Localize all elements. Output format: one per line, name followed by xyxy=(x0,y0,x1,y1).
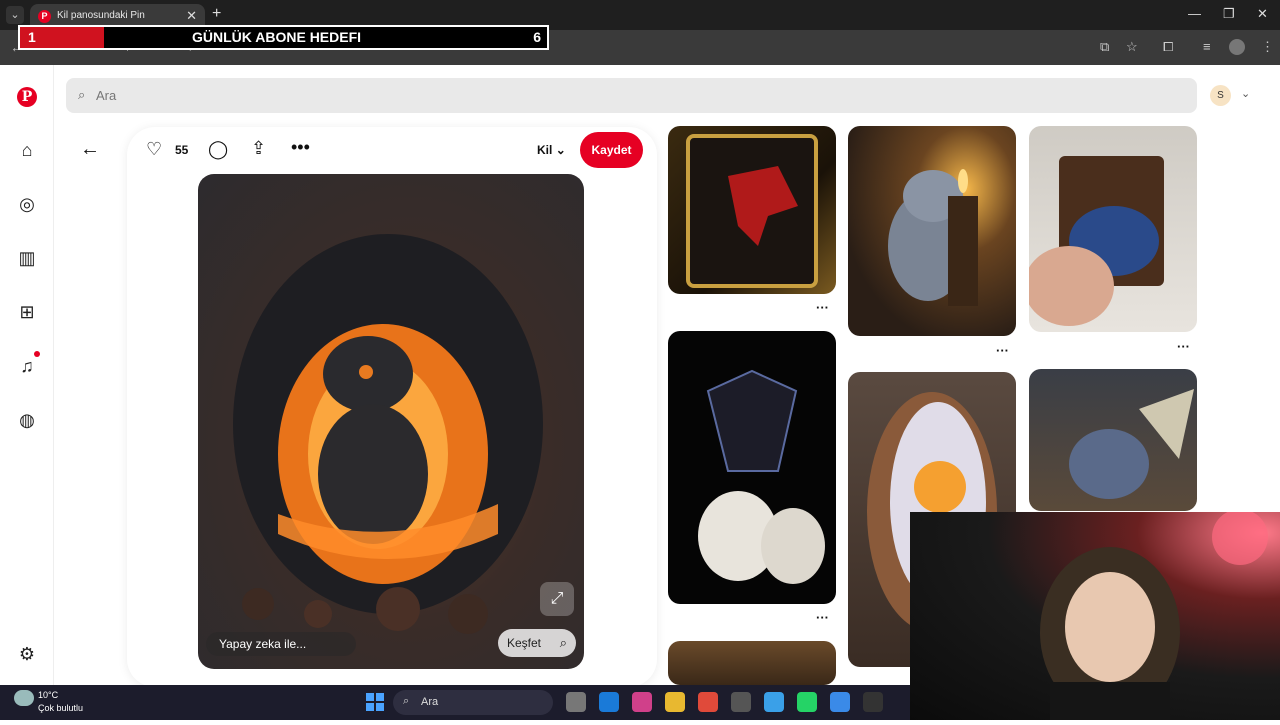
browser-menu-icon[interactable]: ⋮ xyxy=(1261,39,1274,55)
whatsapp-icon[interactable] xyxy=(797,692,817,712)
pin-more-options-icon[interactable]: ··· xyxy=(1177,339,1190,354)
search-input[interactable] xyxy=(94,78,1174,113)
board-select[interactable]: Kil ⌄ xyxy=(537,143,566,157)
explore-button[interactable]: Keşfet ⌕ xyxy=(498,629,576,657)
copilot-icon[interactable] xyxy=(632,692,652,712)
related-pin-egg-chest[interactable] xyxy=(1029,126,1197,332)
browser-profile-avatar[interactable] xyxy=(1229,39,1245,55)
close-tab-icon[interactable]: ✕ xyxy=(186,8,197,24)
messenger-icon[interactable] xyxy=(764,692,784,712)
task-view-icon[interactable] xyxy=(566,692,586,712)
taskbar-search[interactable]: ⌕ Ara xyxy=(393,690,553,715)
home-icon[interactable]: ⌂ xyxy=(15,138,39,162)
messages-icon[interactable]: ◍ xyxy=(15,408,39,432)
tab-search-icon[interactable]: ⌄ xyxy=(6,6,24,24)
bookmark-star-icon[interactable]: ☆ xyxy=(1126,39,1138,55)
close-window-icon[interactable]: ✕ xyxy=(1257,6,1268,22)
like-count: 55 xyxy=(175,143,189,157)
pin-more-options-icon[interactable]: ··· xyxy=(816,610,829,625)
dragon-book-image xyxy=(686,134,818,288)
app-icon[interactable] xyxy=(731,692,751,712)
explore-compass-icon[interactable]: ◎ xyxy=(15,192,39,216)
pinterest-favicon-icon: P xyxy=(38,10,51,23)
back-arrow-icon[interactable]: ← xyxy=(80,138,100,161)
comment-icon[interactable]: ◯ xyxy=(208,139,228,160)
search-icon: ⌕ xyxy=(403,695,410,707)
related-pin-partial[interactable] xyxy=(668,641,836,685)
webcam-overlay xyxy=(910,509,1280,722)
board-name: Kil xyxy=(537,143,553,157)
blue-dragon-image xyxy=(1069,389,1194,499)
save-button[interactable]: Kaydet xyxy=(580,132,643,168)
pin-more-options-icon[interactable]: ··· xyxy=(816,300,829,315)
extensions-icon[interactable]: ⧠ xyxy=(1163,39,1173,55)
create-pin-icon[interactable]: ⊞ xyxy=(15,300,39,324)
more-options-icon[interactable]: ••• xyxy=(291,137,310,158)
expand-icon[interactable]: ⤢ xyxy=(540,582,574,616)
maximize-icon[interactable]: ❐ xyxy=(1223,6,1235,22)
related-pin-dragon-book[interactable] xyxy=(668,126,836,294)
share-icon[interactable]: ⇪ xyxy=(251,138,266,159)
notifications-bell-icon[interactable]: ♫ xyxy=(15,354,39,378)
ai-generated-label[interactable]: Yapay zeka ile... xyxy=(206,632,356,656)
edge-icon[interactable] xyxy=(599,692,619,712)
search-icon: ⌕ xyxy=(78,87,86,102)
tab-title: Kil panosundaki Pin xyxy=(57,10,145,21)
black-dragon-eggs-image xyxy=(698,369,825,584)
install-app-icon[interactable]: ⧉ xyxy=(1100,39,1109,55)
related-pin-baby-dragon-candle[interactable] xyxy=(848,126,1016,336)
explore-label: Keşfet xyxy=(507,636,542,650)
pin-image[interactable] xyxy=(198,174,584,669)
avatar[interactable]: S xyxy=(1210,85,1231,106)
egg-chest-image xyxy=(1029,156,1164,326)
boards-icon[interactable]: ▥ xyxy=(15,246,39,270)
media-control-icon[interactable]: ≡ xyxy=(1203,39,1211,54)
goal-title: GÜNLÜK ABONE HEDEFI xyxy=(192,29,362,45)
taskbar-search-label: Ara xyxy=(421,696,439,708)
weather-cloud-icon[interactable] xyxy=(14,690,34,706)
baby-dragon-candle-image xyxy=(888,169,978,306)
pinterest-logo-icon[interactable]: P xyxy=(17,87,37,107)
app-icon[interactable] xyxy=(863,692,883,712)
related-pin-black-dragon-eggs[interactable] xyxy=(668,331,836,604)
visual-search-icon: ⌕ xyxy=(559,635,567,650)
minimize-icon[interactable]: — xyxy=(1188,6,1201,21)
notification-badge xyxy=(34,351,40,357)
chevron-down-icon: ⌄ xyxy=(555,143,566,157)
windows-start-icon[interactable] xyxy=(366,693,384,711)
settings-gear-icon[interactable]: ⚙ xyxy=(15,642,39,666)
weather-description[interactable]: Çok bulutlu xyxy=(38,703,83,713)
chevron-down-icon[interactable]: ⌄ xyxy=(1241,87,1250,100)
goal-target-count: 6 xyxy=(533,29,541,45)
new-tab-icon[interactable]: + xyxy=(212,5,221,23)
chrome-icon[interactable] xyxy=(698,692,718,712)
heart-icon[interactable]: ♡ xyxy=(146,139,162,160)
left-nav-rail: P ⌂ ◎ ▥ ⊞ ♫ ◍ ⚙ xyxy=(0,65,54,685)
weather-temperature[interactable]: 10°C xyxy=(38,690,58,700)
dragon-egg-illustration xyxy=(233,234,543,634)
subscriber-goal-banner: 1 GÜNLÜK ABONE HEDEFI 6 xyxy=(18,25,549,50)
app-icon[interactable] xyxy=(830,692,850,712)
file-explorer-icon[interactable] xyxy=(665,692,685,712)
search-bar: ⌕ xyxy=(66,78,1197,113)
pin-more-options-icon[interactable]: ··· xyxy=(996,343,1009,358)
related-pin-blue-dragon[interactable] xyxy=(1029,369,1197,511)
goal-current-count: 1 xyxy=(28,29,36,45)
streamer-webcam-image xyxy=(1040,509,1268,722)
